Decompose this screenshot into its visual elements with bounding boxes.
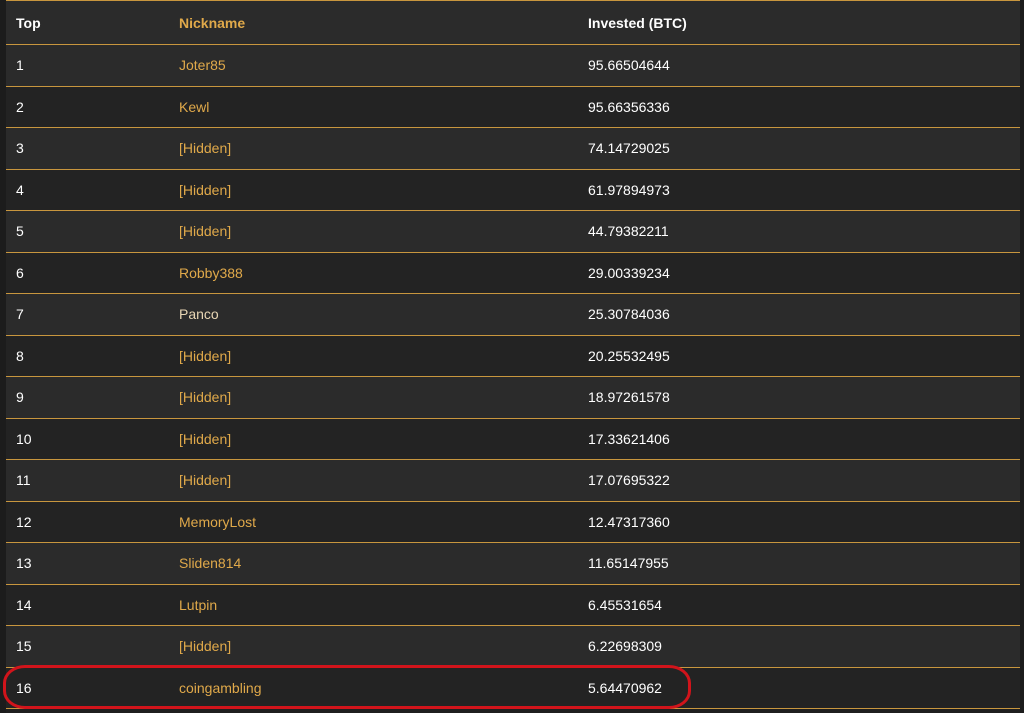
header-invested[interactable]: Invested (BTC) xyxy=(588,1,687,44)
invested-cell: 44.79382211 xyxy=(588,223,669,240)
rank-cell: 14 xyxy=(16,596,32,613)
table-row: 4 [Hidden] 61.97894973 xyxy=(6,169,1020,211)
rank-cell: 15 xyxy=(16,638,32,655)
nickname-link[interactable]: Lutpin xyxy=(179,585,217,626)
invested-cell: 6.22698309 xyxy=(588,638,662,655)
table-row: 6 Robby388 29.00339234 xyxy=(6,252,1020,294)
invested-cell: 95.66504644 xyxy=(588,57,670,74)
nickname-hidden: [Hidden] xyxy=(179,223,232,240)
leaderboard-table: Top Nickname Invested (BTC) 1 Joter85 95… xyxy=(6,0,1020,713)
table-header: Top Nickname Invested (BTC) xyxy=(6,0,1020,45)
invested-cell: 95.66356336 xyxy=(588,98,670,115)
table-row: 5 [Hidden] 44.79382211 xyxy=(6,211,1020,253)
rank-cell: 8 xyxy=(16,347,24,364)
nickname-link[interactable]: Joter85 xyxy=(179,45,226,86)
invested-cell: 61.97894973 xyxy=(588,181,670,198)
nickname-link[interactable]: coingambling xyxy=(179,668,262,709)
table-row: 11 [Hidden] 17.07695322 xyxy=(6,460,1020,502)
nickname-hidden: [Hidden] xyxy=(179,181,232,198)
table-row: 2 Kewl 95.66356336 xyxy=(6,86,1020,128)
table-row: 8 [Hidden] 20.25532495 xyxy=(6,335,1020,377)
invested-cell: 6.45531654 xyxy=(588,596,662,613)
nickname-hidden: [Hidden] xyxy=(179,140,232,157)
rank-cell: 16 xyxy=(16,679,32,696)
table-row: 14 Lutpin 6.45531654 xyxy=(6,584,1020,626)
rank-cell: 9 xyxy=(16,389,24,406)
rank-cell: 12 xyxy=(16,513,32,530)
table-row: 10 [Hidden] 17.33621406 xyxy=(6,418,1020,460)
rank-cell: 3 xyxy=(16,140,24,157)
table-row-highlighted: 16 coingambling 5.64470962 xyxy=(6,667,1020,709)
table-row: 9 [Hidden] 18.97261578 xyxy=(6,377,1020,419)
invested-cell: 25.30784036 xyxy=(588,306,670,323)
rank-cell: 11 xyxy=(16,472,31,489)
invested-cell: 74.14729025 xyxy=(588,140,670,157)
table-row: 7 Panco 25.30784036 xyxy=(6,294,1020,336)
invested-cell: 17.33621406 xyxy=(588,430,670,447)
nickname-link[interactable]: Kewl xyxy=(179,87,209,128)
rank-cell: 7 xyxy=(16,306,24,323)
rank-cell: 6 xyxy=(16,264,24,281)
rank-cell: 2 xyxy=(16,98,24,115)
invested-cell: 5.64470962 xyxy=(588,679,662,696)
rank-cell: 1 xyxy=(16,57,24,74)
header-top[interactable]: Top xyxy=(16,1,41,44)
table-row: 3 [Hidden] 74.14729025 xyxy=(6,128,1020,170)
rank-cell: 10 xyxy=(16,430,32,447)
table-row: 15 [Hidden] 6.22698309 xyxy=(6,626,1020,668)
invested-cell: 18.97261578 xyxy=(588,389,670,406)
nickname-hidden: [Hidden] xyxy=(179,638,232,655)
nickname-link[interactable]: Panco xyxy=(179,294,219,335)
header-nickname[interactable]: Nickname xyxy=(179,1,245,44)
invested-cell: 29.00339234 xyxy=(588,264,670,281)
invested-cell: 17.07695322 xyxy=(588,472,670,489)
table-row: 12 MemoryLost 12.47317360 xyxy=(6,501,1020,543)
nickname-hidden: [Hidden] xyxy=(179,430,232,447)
table-row: 1 Joter85 95.66504644 xyxy=(6,45,1020,87)
nickname-hidden: [Hidden] xyxy=(179,347,232,364)
rank-cell: 13 xyxy=(16,555,32,572)
nickname-link[interactable]: Robby388 xyxy=(179,253,243,294)
rank-cell: 5 xyxy=(16,223,24,240)
nickname-hidden: [Hidden] xyxy=(179,389,232,406)
invested-cell: 20.25532495 xyxy=(588,347,670,364)
nickname-link[interactable]: MemoryLost xyxy=(179,502,256,543)
invested-cell: 11.65147955 xyxy=(588,555,669,572)
nickname-hidden: [Hidden] xyxy=(179,472,232,489)
rank-cell: 4 xyxy=(16,181,24,198)
nickname-link[interactable]: Sliden814 xyxy=(179,543,241,584)
invested-cell: 12.47317360 xyxy=(588,513,670,530)
table-row: 13 Sliden814 11.65147955 xyxy=(6,543,1020,585)
